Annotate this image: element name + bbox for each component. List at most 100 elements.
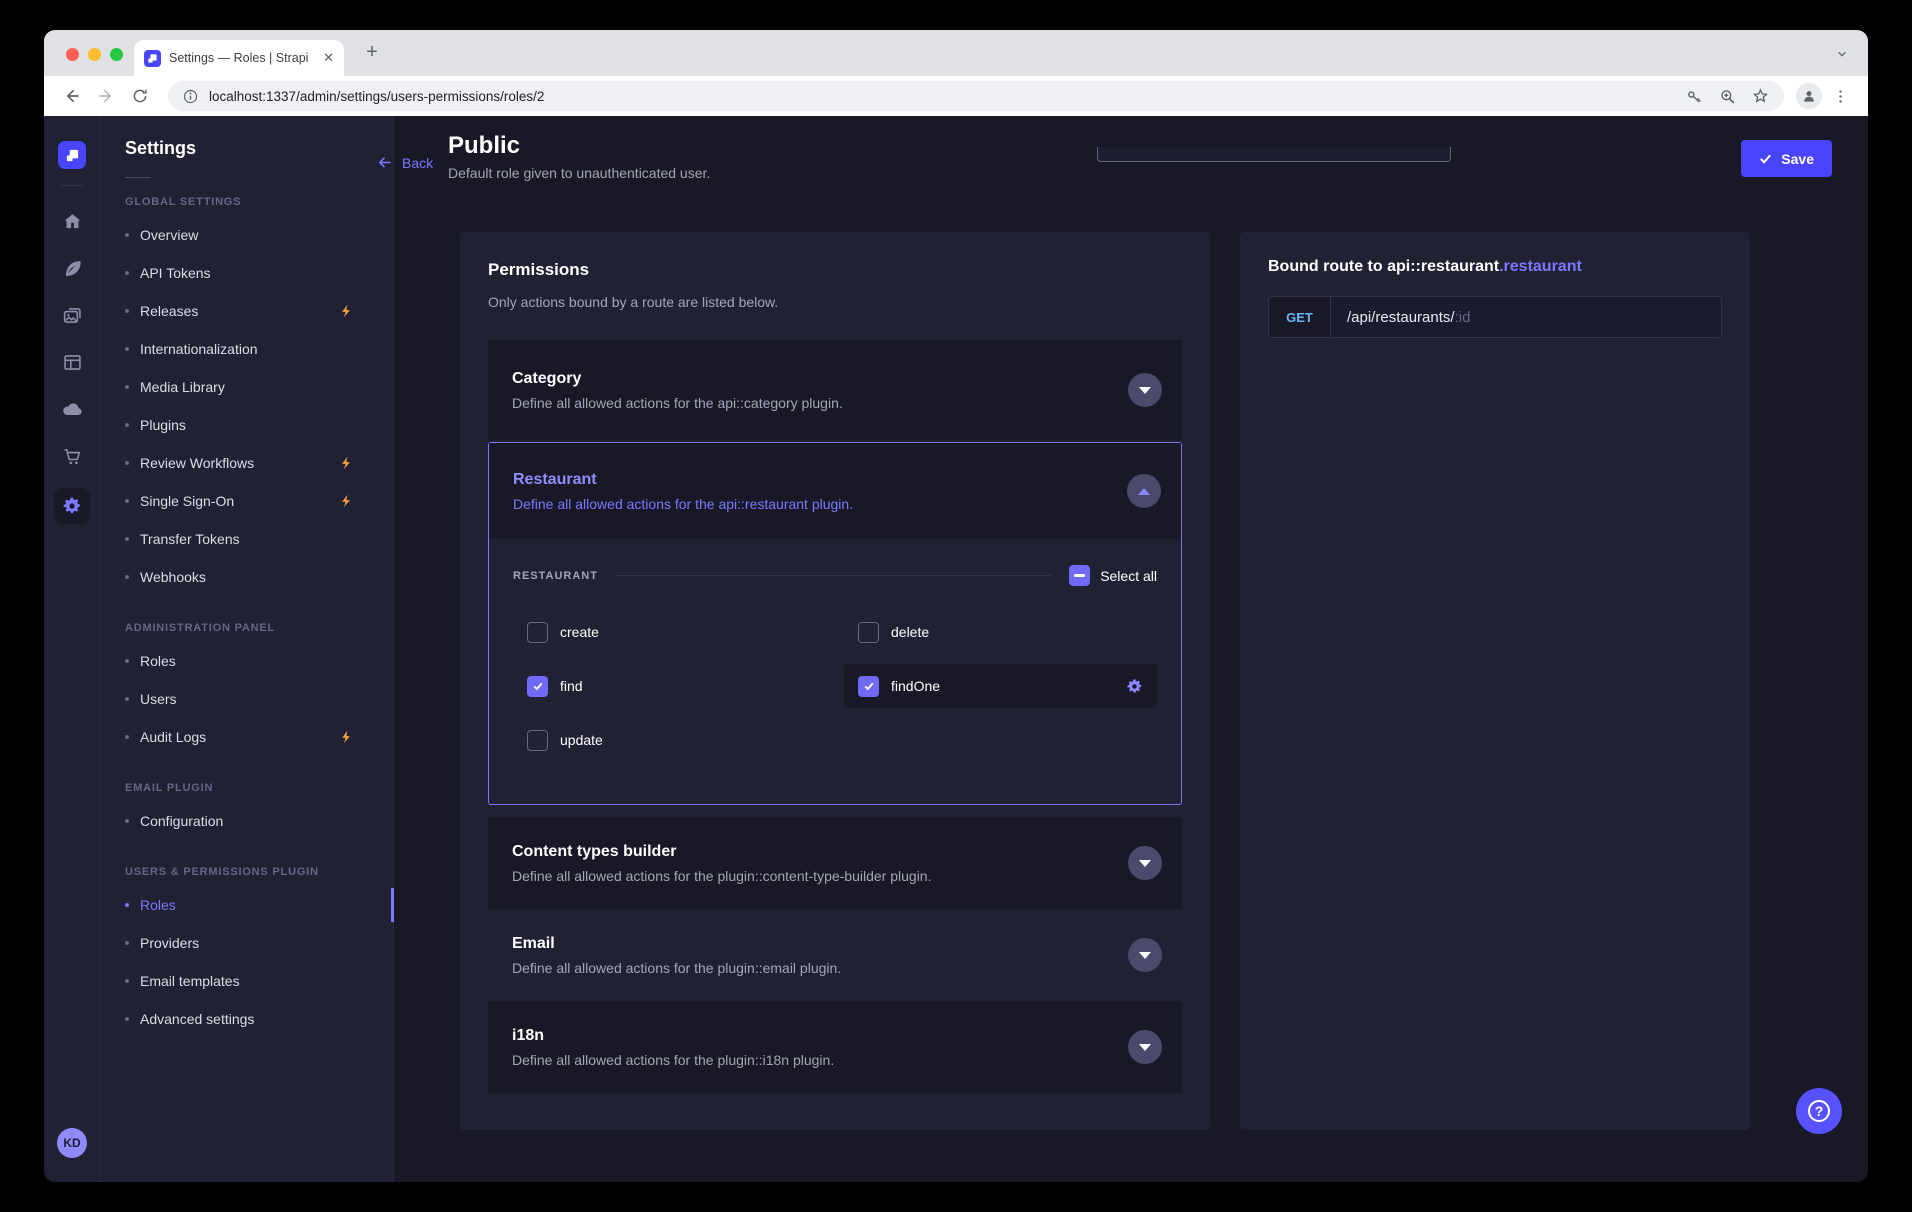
- strapi-logo[interactable]: [58, 141, 86, 169]
- sidebar-item-transfer-tokens[interactable]: Transfer Tokens: [125, 520, 393, 558]
- sidebar-divider: [125, 177, 151, 178]
- collapse-chevron-button[interactable]: [1127, 474, 1161, 508]
- accordion-i18n[interactable]: i18n Define all allowed actions for the …: [488, 1001, 1182, 1093]
- restaurant-subsection-row: RESTAURANT Select all: [513, 565, 1157, 586]
- back-link[interactable]: Back: [376, 154, 433, 171]
- strapi-favicon: [144, 50, 161, 67]
- create-checkbox[interactable]: [527, 622, 548, 643]
- accordion-title: Category: [512, 370, 1158, 388]
- back-arrow-icon: [376, 154, 393, 171]
- settings-gear-icon[interactable]: [54, 488, 90, 524]
- bullet-icon: [125, 941, 129, 945]
- actions-grid: create delete find: [513, 610, 1157, 762]
- user-avatar[interactable]: KD: [57, 1128, 87, 1158]
- sidebar-item-admin-users[interactable]: Users: [125, 680, 393, 718]
- action-settings-gear-icon[interactable]: [1126, 678, 1143, 695]
- delete-checkbox[interactable]: [858, 622, 879, 643]
- sidebar-item-email-configuration[interactable]: Configuration: [125, 802, 393, 840]
- accordion-restaurant-header[interactable]: Restaurant Define all allowed actions fo…: [489, 443, 1181, 539]
- sidebar-item-audit-logs[interactable]: Audit Logs: [125, 718, 393, 756]
- sidebar-item-up-roles[interactable]: Roles: [125, 886, 393, 924]
- url-bar[interactable]: localhost:1337/admin/settings/users-perm…: [168, 81, 1784, 111]
- bullet-icon: [125, 819, 129, 823]
- select-all-checkbox[interactable]: [1069, 565, 1090, 586]
- marketplace-cart-icon[interactable]: [60, 444, 84, 468]
- sidebar-item-admin-roles[interactable]: Roles: [125, 642, 393, 680]
- route-path: /api/restaurants/:id: [1331, 297, 1470, 337]
- accordion-description: Define all allowed actions for the plugi…: [512, 1052, 1158, 1068]
- forward-button[interactable]: [92, 82, 120, 110]
- sidebar-item-advanced-settings[interactable]: Advanced settings: [125, 1000, 393, 1038]
- chevron-down-icon: [1139, 387, 1151, 394]
- route-row: GET /api/restaurants/:id: [1268, 296, 1722, 338]
- rail-divider: [60, 185, 84, 186]
- find-checkbox[interactable]: [527, 676, 548, 697]
- sidebar-item-internationalization[interactable]: Internationalization: [125, 330, 393, 368]
- sidebar-item-email-templates[interactable]: Email templates: [125, 962, 393, 1000]
- cloud-deploy-icon[interactable]: [60, 397, 84, 421]
- home-icon[interactable]: [60, 209, 84, 233]
- accordion-title: Restaurant: [513, 471, 1157, 489]
- subsection-label: RESTAURANT: [513, 570, 598, 582]
- zoom-page-icon[interactable]: [1718, 87, 1737, 106]
- section-label-global-settings: GLOBAL SETTINGS: [125, 196, 393, 208]
- select-all-label: Select all: [1100, 568, 1157, 584]
- sidebar-item-review-workflows[interactable]: Review Workflows: [125, 444, 393, 482]
- expand-chevron-button[interactable]: [1128, 846, 1162, 880]
- lightning-bolt-icon: [339, 304, 353, 318]
- bullet-icon: [125, 575, 129, 579]
- help-button[interactable]: ?: [1796, 1088, 1842, 1134]
- minimize-window-button[interactable]: [88, 48, 101, 61]
- browser-menu-icon[interactable]: [1826, 82, 1854, 110]
- site-info-icon[interactable]: [182, 88, 199, 105]
- sidebar-item-providers[interactable]: Providers: [125, 924, 393, 962]
- permissions-panel: Permissions Only actions bound by a rout…: [460, 232, 1210, 1130]
- update-checkbox[interactable]: [527, 730, 548, 751]
- content-type-builder-icon[interactable]: [60, 350, 84, 374]
- bookmark-star-icon[interactable]: [1751, 87, 1770, 106]
- browser-profile-avatar[interactable]: [1796, 83, 1822, 109]
- new-tab-button[interactable]: +: [360, 42, 384, 62]
- accordion-title: i18n: [512, 1027, 1158, 1045]
- expand-chevron-button[interactable]: [1128, 373, 1162, 407]
- expand-chevron-button[interactable]: [1128, 1030, 1162, 1064]
- browser-tab[interactable]: Settings — Roles | Strapi ✕: [134, 40, 344, 76]
- description-field-partial[interactable]: [1097, 147, 1451, 162]
- question-mark-icon: ?: [1808, 1100, 1830, 1122]
- sidebar-item-api-tokens[interactable]: API Tokens: [125, 254, 393, 292]
- accordion-content-types-builder[interactable]: Content types builder Define all allowed…: [488, 817, 1182, 909]
- content-manager-feather-icon[interactable]: [60, 256, 84, 280]
- expand-chevron-button[interactable]: [1128, 938, 1162, 972]
- sidebar-item-overview[interactable]: Overview: [125, 216, 393, 254]
- accordion-category[interactable]: Category Define all allowed actions for …: [488, 340, 1182, 440]
- tab-close-icon[interactable]: ✕: [323, 50, 334, 66]
- page-subtitle: Default role given to unauthenticated us…: [448, 165, 710, 181]
- password-key-icon[interactable]: [1685, 87, 1704, 106]
- sidebar-item-plugins[interactable]: Plugins: [125, 406, 393, 444]
- page-header: Public Default role given to unauthentic…: [448, 132, 710, 181]
- accordion-email[interactable]: Email Define all allowed actions for the…: [488, 909, 1182, 1001]
- sidebar-item-media-library[interactable]: Media Library: [125, 368, 393, 406]
- url-text[interactable]: localhost:1337/admin/settings/users-perm…: [209, 89, 1671, 104]
- action-delete: delete: [844, 610, 1157, 654]
- close-window-button[interactable]: [66, 48, 79, 61]
- sidebar-item-single-sign-on[interactable]: Single Sign-On: [125, 482, 393, 520]
- bullet-icon: [125, 271, 129, 275]
- findone-checkbox[interactable]: [858, 676, 879, 697]
- maximize-window-button[interactable]: [110, 48, 123, 61]
- media-library-icon[interactable]: [60, 303, 84, 327]
- action-findone[interactable]: findOne: [844, 664, 1157, 708]
- sidebar-item-releases[interactable]: Releases: [125, 292, 393, 330]
- section-label-email-plugin: EMAIL PLUGIN: [125, 782, 393, 794]
- bullet-icon: [125, 461, 129, 465]
- chevron-up-icon: [1138, 488, 1150, 495]
- reload-button[interactable]: [126, 82, 154, 110]
- chevron-down-icon: [1139, 860, 1151, 867]
- back-button[interactable]: [58, 82, 86, 110]
- window-controls: [66, 48, 123, 61]
- section-label-users-permissions-plugin: USERS & PERMISSIONS PLUGIN: [125, 866, 393, 878]
- tab-list-chevron-icon[interactable]: [1831, 43, 1852, 64]
- sidebar-item-webhooks[interactable]: Webhooks: [125, 558, 393, 596]
- accordion-description: Define all allowed actions for the plugi…: [512, 868, 1158, 884]
- save-button[interactable]: Save: [1741, 140, 1832, 177]
